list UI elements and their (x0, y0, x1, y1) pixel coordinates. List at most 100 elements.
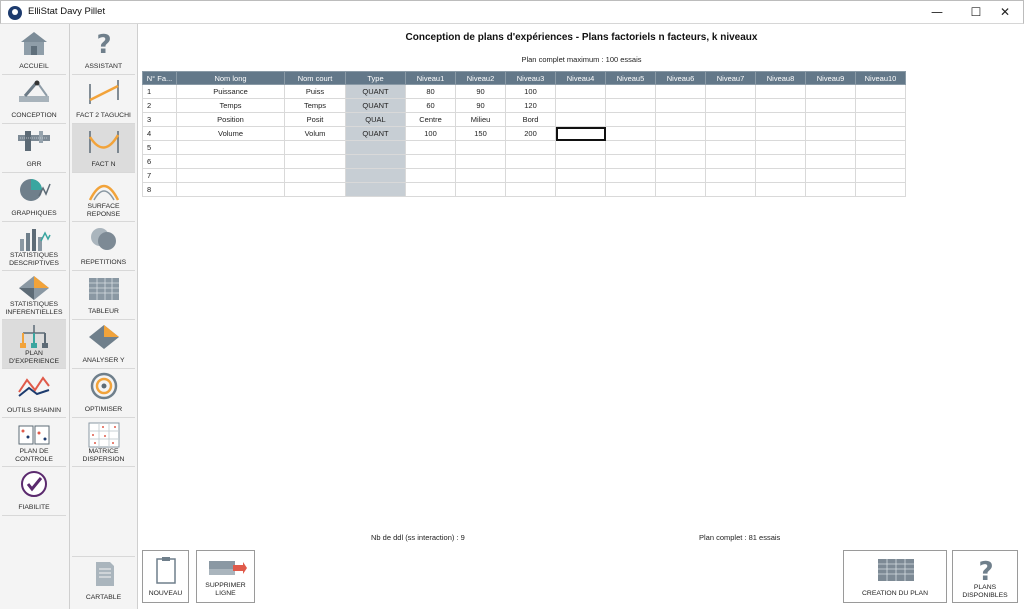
nav-surface-reponse[interactable]: SURFACE REPONSE (72, 173, 135, 222)
table-cell[interactable] (855, 182, 906, 197)
nouveau-button[interactable]: NOUVEAU (142, 550, 189, 603)
table-cell[interactable] (805, 182, 856, 197)
table-cell[interactable]: Temps (176, 98, 285, 113)
factor-number-cell[interactable]: 7 (142, 168, 177, 183)
table-cell[interactable]: Puiss (284, 84, 346, 99)
nav-outils-shainin[interactable]: OUTILS SHAININ (2, 369, 66, 418)
nav-statistiques-descriptives[interactable]: STATISTIQUES DESCRIPTIVES (2, 222, 66, 271)
table-cell[interactable] (555, 140, 606, 155)
table-cell[interactable] (555, 98, 606, 113)
table-cell[interactable]: 100 (405, 126, 456, 141)
table-cell[interactable] (455, 168, 506, 183)
table-cell[interactable] (655, 84, 706, 99)
table-cell[interactable] (805, 126, 856, 141)
table-cell[interactable] (345, 154, 406, 169)
table-cell[interactable] (555, 84, 606, 99)
table-cell[interactable]: Volume (176, 126, 285, 141)
table-cell[interactable]: Bord (505, 112, 556, 127)
table-cell[interactable] (855, 168, 906, 183)
table-cell[interactable]: Volum (284, 126, 346, 141)
table-cell[interactable] (855, 112, 906, 127)
table-cell[interactable]: QUANT (345, 126, 406, 141)
nav-statistiques-inferentielles[interactable]: STATISTIQUES INFERENTIELLES (2, 271, 66, 320)
table-cell[interactable] (555, 126, 606, 141)
column-header[interactable]: Niveau7 (705, 71, 756, 85)
nav-fact-n[interactable]: FACT N (72, 124, 135, 173)
table-cell[interactable] (505, 182, 556, 197)
column-header[interactable]: Type (345, 71, 406, 85)
minimize-button[interactable]: — (915, 1, 959, 24)
table-cell[interactable]: 100 (505, 84, 556, 99)
table-cell[interactable] (705, 126, 756, 141)
nav-cartable[interactable]: CARTABLE (72, 556, 135, 605)
table-cell[interactable] (705, 84, 756, 99)
column-header[interactable]: Niveau2 (455, 71, 506, 85)
factor-number-cell[interactable]: 8 (142, 182, 177, 197)
table-cell[interactable] (655, 154, 706, 169)
table-cell[interactable] (805, 168, 856, 183)
column-header[interactable]: Niveau4 (555, 71, 606, 85)
column-header[interactable]: N° Fa... (142, 71, 177, 85)
table-cell[interactable] (755, 126, 806, 141)
table-cell[interactable] (655, 182, 706, 197)
table-cell[interactable] (605, 182, 656, 197)
column-header[interactable]: Niveau9 (805, 71, 856, 85)
table-cell[interactable] (605, 140, 656, 155)
column-header[interactable]: Niveau1 (405, 71, 456, 85)
nav-plan-experience[interactable]: PLAN D'EXPERIENCE (2, 320, 66, 369)
column-header[interactable]: Niveau3 (505, 71, 556, 85)
table-cell[interactable] (605, 98, 656, 113)
close-button[interactable]: ✕ (983, 1, 1024, 24)
table-cell[interactable]: QUANT (345, 84, 406, 99)
factor-number-cell[interactable]: 1 (142, 84, 177, 99)
table-cell[interactable] (855, 140, 906, 155)
table-cell[interactable] (755, 112, 806, 127)
nav-tableur[interactable]: TABLEUR (72, 271, 135, 320)
table-cell[interactable] (855, 84, 906, 99)
table-cell[interactable] (284, 154, 346, 169)
table-cell[interactable] (345, 168, 406, 183)
column-header[interactable]: Niveau5 (605, 71, 656, 85)
table-cell[interactable]: Milieu (455, 112, 506, 127)
table-cell[interactable] (755, 98, 806, 113)
table-cell[interactable] (176, 182, 285, 197)
factor-number-cell[interactable]: 4 (142, 126, 177, 141)
table-cell[interactable]: 90 (455, 98, 506, 113)
table-cell[interactable] (605, 168, 656, 183)
nav-analyser-y[interactable]: ANALYSER Y (72, 320, 135, 369)
table-cell[interactable] (655, 126, 706, 141)
table-cell[interactable] (755, 140, 806, 155)
table-cell[interactable] (405, 154, 456, 169)
nav-grr[interactable]: GRR (2, 124, 66, 173)
table-cell[interactable] (284, 168, 346, 183)
table-cell[interactable] (705, 140, 756, 155)
table-cell[interactable] (855, 154, 906, 169)
nav-optimiser[interactable]: OPTIMISER (72, 369, 135, 418)
table-cell[interactable] (705, 154, 756, 169)
table-cell[interactable] (705, 112, 756, 127)
table-cell[interactable] (405, 182, 456, 197)
table-cell[interactable] (655, 140, 706, 155)
column-header[interactable]: Niveau10 (855, 71, 906, 85)
table-cell[interactable] (505, 154, 556, 169)
column-header[interactable]: Nom court (284, 71, 346, 85)
nav-fact-taguchi[interactable]: FACT 2 TAGUCHI (72, 75, 135, 124)
table-cell[interactable]: Temps (284, 98, 346, 113)
table-cell[interactable]: QUANT (345, 98, 406, 113)
factor-number-cell[interactable]: 5 (142, 140, 177, 155)
table-cell[interactable] (284, 182, 346, 197)
table-cell[interactable] (655, 98, 706, 113)
table-cell[interactable] (855, 98, 906, 113)
table-cell[interactable] (555, 112, 606, 127)
table-cell[interactable] (755, 182, 806, 197)
plans-disponibles-button[interactable]: ? PLANS DISPONIBLES (952, 550, 1018, 603)
table-cell[interactable]: 200 (505, 126, 556, 141)
table-cell[interactable] (755, 154, 806, 169)
factor-number-cell[interactable]: 3 (142, 112, 177, 127)
table-cell[interactable] (605, 112, 656, 127)
table-cell[interactable] (176, 140, 285, 155)
table-cell[interactable] (805, 112, 856, 127)
table-cell[interactable] (705, 98, 756, 113)
table-cell[interactable] (755, 84, 806, 99)
table-cell[interactable] (705, 182, 756, 197)
